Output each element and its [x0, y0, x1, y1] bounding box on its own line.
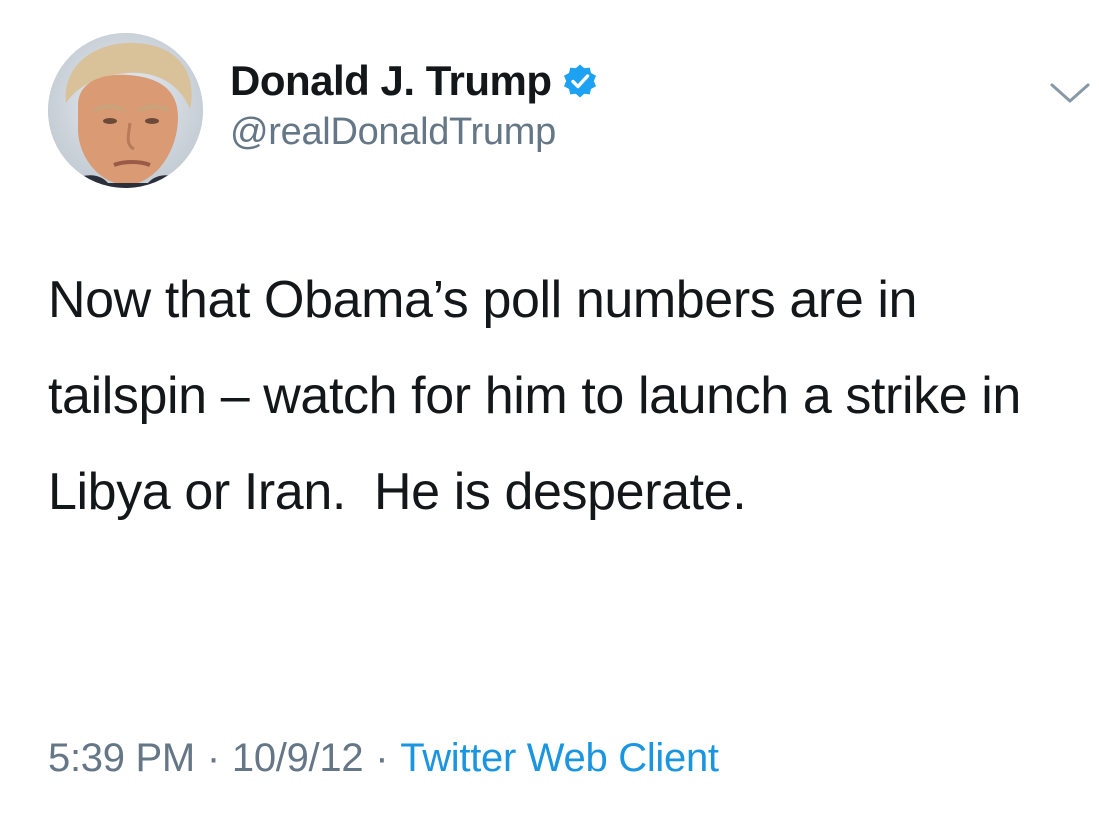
tweet-menu-button[interactable]	[1048, 79, 1092, 107]
separator-dot: ·	[206, 736, 220, 780]
display-name[interactable]: Donald J. Trump	[230, 57, 552, 105]
author-names: Donald J. Trump @realDonaldTrump	[230, 55, 598, 154]
username-handle[interactable]: @realDonaldTrump	[230, 111, 598, 154]
avatar-portrait-icon	[48, 33, 203, 188]
chevron-down-icon	[1050, 83, 1090, 103]
tweet-metadata: 5:39 PM · 10/9/12 · Twitter Web Client	[48, 736, 719, 781]
display-name-row: Donald J. Trump	[230, 55, 598, 107]
avatar[interactable]	[48, 33, 203, 188]
verified-badge-icon	[562, 63, 598, 99]
tweet-source-link[interactable]: Twitter Web Client	[400, 736, 719, 780]
tweet-card: Donald J. Trump @realDonaldTrump Now tha…	[0, 0, 1099, 827]
tweet-time[interactable]: 5:39 PM	[48, 736, 195, 780]
tweet-text: Now that Obama’s poll numbers are in tai…	[48, 271, 1036, 521]
separator-dot: ·	[375, 736, 389, 780]
tweet-date[interactable]: 10/9/12	[232, 736, 364, 780]
tweet-header: Donald J. Trump @realDonaldTrump	[48, 33, 1090, 193]
